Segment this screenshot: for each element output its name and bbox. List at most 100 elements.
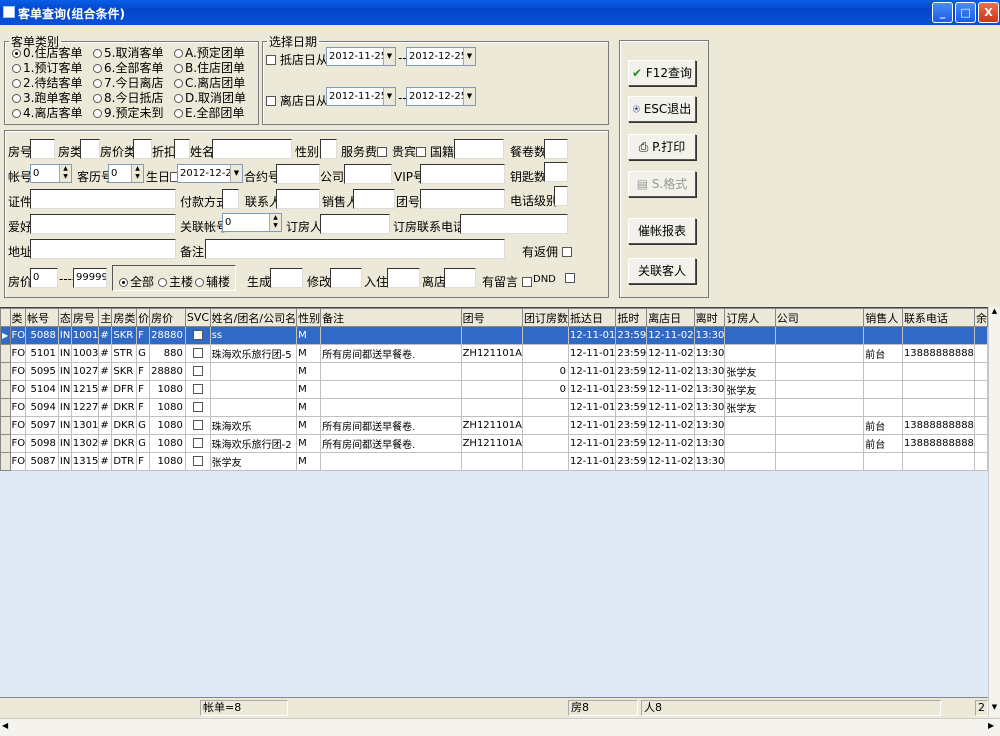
column-header[interactable]: 联系电话 (901, 308, 975, 327)
scroll-up-icon[interactable]: ▲ (989, 307, 1000, 319)
company-input[interactable] (344, 164, 392, 184)
chevron-down-icon[interactable]: ▼ (230, 165, 242, 182)
key-count-input[interactable] (544, 162, 568, 182)
rebate-filter[interactable]: 有返佣 (522, 243, 572, 260)
category-radio[interactable]: E.全部团单 (174, 104, 244, 121)
chevron-down-icon[interactable]: ▼ (383, 88, 395, 105)
leave-from-select[interactable]: 2012-11-25 ▼ (326, 87, 396, 106)
checkin-input[interactable] (387, 268, 420, 288)
print-button[interactable]: ⎙ P.打印 (628, 134, 696, 160)
horizontal-scrollbar[interactable]: ◀ ▶ (0, 718, 1000, 736)
column-header[interactable]: 主 (98, 308, 113, 327)
chevron-down-icon[interactable]: ▼ (463, 48, 475, 65)
room-input[interactable] (30, 139, 55, 159)
column-header[interactable]: 价 (136, 308, 151, 327)
booker-phone-input[interactable] (460, 214, 568, 234)
dnd-checkbox[interactable] (565, 273, 576, 283)
minimize-button[interactable]: _ (932, 2, 953, 23)
name-input[interactable] (212, 139, 292, 159)
report-button[interactable]: 催帐报表 (628, 218, 696, 244)
svc-checkbox[interactable] (193, 383, 204, 394)
dnd-filter[interactable]: DND (533, 273, 576, 285)
svc-checkbox[interactable] (193, 365, 204, 376)
rate-type-input[interactable] (133, 139, 152, 159)
table-row[interactable]: FO 5087 IN 1315 # DTR F 1080 张学友 M 12-11-01 23:59 12… (0, 452, 988, 471)
group-no-input[interactable] (420, 189, 505, 209)
scroll-left-icon[interactable]: ◀ (2, 721, 8, 730)
column-header[interactable]: 余 (973, 308, 988, 327)
meal-count-input[interactable] (544, 139, 568, 159)
vip-guest-filter[interactable]: 贵宾 (392, 143, 427, 160)
birthday-select[interactable]: 2012-12-25 ▼ (177, 164, 243, 183)
spinner-icon[interactable]: ▲ ▼ (59, 165, 71, 182)
close-button[interactable]: X (978, 2, 999, 23)
maximize-button[interactable]: □ (955, 2, 976, 23)
current-row-icon[interactable]: ▶ (0, 326, 11, 345)
discount-input[interactable] (174, 139, 190, 159)
column-header[interactable]: 备注 (320, 308, 462, 327)
column-header[interactable]: 团号 (460, 308, 523, 327)
vip-guest-checkbox[interactable] (416, 147, 427, 157)
created-input[interactable] (270, 268, 303, 288)
svc-checkbox[interactable] (193, 347, 204, 358)
service-fee-checkbox[interactable] (377, 147, 388, 157)
table-row[interactable]: FO 5097 IN 1301 # DKR G 1080 珠海欢乐 M 所有房间都送早餐卷. ZH12… (0, 416, 988, 435)
leave-to-select[interactable]: 2012-12-25 ▼ (406, 87, 476, 106)
scroll-right-icon[interactable]: ▶ (988, 721, 994, 730)
rebate-checkbox[interactable] (561, 247, 572, 257)
row-indicator[interactable] (0, 344, 11, 363)
table-row[interactable]: FO 5098 IN 1302 # DKR G 1080 珠海欢乐旅行团-2 M 所有房间都送早餐卷… (0, 434, 988, 453)
birthday-filter[interactable]: 生日 (146, 168, 181, 185)
arrive-checkbox[interactable] (266, 55, 276, 65)
arrive-to-select[interactable]: 2012-12-25 ▼ (406, 47, 476, 66)
category-radio[interactable]: 4.离店客单 (12, 104, 82, 121)
room-type-input[interactable] (80, 139, 100, 159)
building-all-radio[interactable]: 全部 (119, 273, 154, 290)
column-header[interactable]: 离店日 (646, 308, 695, 327)
row-indicator[interactable] (0, 434, 11, 453)
linked-account-spinner[interactable]: 0 ▲ ▼ (222, 213, 282, 232)
account-spinner[interactable]: 0 ▲ ▼ (30, 164, 72, 183)
column-header[interactable]: 离时 (693, 308, 726, 327)
arrive-from-select[interactable]: 2012-11-25 ▼ (326, 47, 396, 66)
category-radio[interactable]: 9.预定未到 (93, 104, 163, 121)
history-spinner[interactable]: 0 ▲ ▼ (108, 164, 144, 183)
service-fee-filter[interactable]: 服务费 (341, 143, 388, 160)
booker-input[interactable] (320, 214, 390, 234)
leave-checkbox[interactable] (266, 96, 276, 106)
row-indicator[interactable] (0, 416, 11, 435)
remark-input[interactable] (205, 239, 505, 259)
nationality-input[interactable] (454, 139, 504, 159)
column-header[interactable]: 公司 (774, 308, 865, 327)
column-header[interactable]: 帐号 (25, 308, 59, 327)
modified-input[interactable] (330, 268, 362, 288)
contact-input[interactable] (276, 189, 320, 209)
related-guest-button[interactable]: 关联客人 (628, 258, 696, 284)
format-button[interactable]: ▤ S.格式 (628, 171, 696, 197)
row-indicator[interactable] (0, 452, 11, 471)
column-header[interactable]: 房号 (70, 308, 100, 327)
column-header[interactable]: 姓名/团名/公司名 (209, 308, 298, 327)
message-checkbox[interactable] (521, 277, 532, 287)
svc-checkbox[interactable] (193, 437, 204, 448)
contract-input[interactable] (276, 164, 320, 184)
svc-checkbox[interactable] (193, 455, 204, 466)
price-from-input[interactable]: 0 (30, 268, 58, 288)
column-header[interactable]: 订房人 (724, 308, 776, 327)
table-row[interactable]: FO 5094 IN 1227 # DKR F 1080 M 12-11-01 23:59 12-11… (0, 398, 988, 417)
salesman-input[interactable] (353, 189, 395, 209)
building-main-radio[interactable]: 主楼 (158, 273, 193, 290)
svc-checkbox[interactable] (193, 419, 204, 430)
arrive-date-filter[interactable]: 抵店日从: (266, 51, 332, 68)
row-indicator[interactable] (0, 362, 11, 381)
building-annex-radio[interactable]: 辅楼 (195, 273, 230, 290)
phone-level-input[interactable] (554, 186, 568, 206)
gender-input[interactable] (320, 139, 337, 159)
price-to-input[interactable]: 99999 (73, 268, 107, 288)
table-row[interactable]: FO 5101 IN 1003 # STR G 880 珠海欢乐旅行团-5 M 所有房间都送早餐卷.… (0, 344, 988, 363)
query-button[interactable]: ✔ F12查询 (628, 60, 696, 86)
column-header[interactable]: SVC (184, 308, 211, 327)
table-row[interactable]: FO 5104 IN 1215 # DFR F 1080 M 0 12-11-01 23:59 12-1… (0, 380, 988, 399)
column-header[interactable]: 销售人 (863, 308, 903, 327)
vip-no-input[interactable] (420, 164, 505, 184)
